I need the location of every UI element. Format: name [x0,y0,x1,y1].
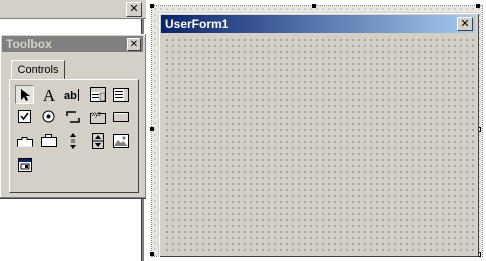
pane-close-button[interactable]: ✕ [126,2,142,17]
listbox-tool[interactable] [111,85,130,104]
refedit-tool[interactable] [15,155,34,174]
label-icon: A [42,87,55,103]
combobox-tool[interactable] [88,85,107,104]
frame-tool[interactable]: xyz [88,107,107,126]
optionbutton-icon [42,110,55,123]
svg-text:xyz: xyz [92,112,101,118]
toolbox-close-button[interactable]: ✕ [127,38,141,51]
form-designer: UserForm1 ✕ [146,0,486,261]
textbox-tool[interactable]: ab [63,85,82,104]
spinbutton-icon [91,132,104,149]
commandbutton-tool[interactable] [111,107,130,126]
select-objects-tool[interactable] [15,85,34,104]
userform-close-button[interactable]: ✕ [457,17,473,31]
toolbox-titlebar[interactable]: Toolbox ✕ [2,36,143,52]
image-icon [112,133,129,148]
multipage-tool[interactable] [39,131,58,150]
togglebutton-tool[interactable] [63,107,82,126]
listbox-icon [112,87,129,102]
pane-titlebar: ✕ [0,0,146,19]
tab-controls[interactable]: Controls [11,60,65,80]
tabstrip-tool[interactable] [15,131,34,150]
userform-titlebar[interactable]: UserForm1 ✕ [161,15,475,33]
spinbutton-tool[interactable] [88,131,107,150]
refedit-icon [17,157,32,172]
checkbox-icon [18,110,31,123]
tabstrip-icon [16,136,33,146]
resize-handle-left [150,127,154,131]
multipage-icon [40,134,57,147]
arrow-pointer-icon [20,88,30,101]
togglebutton-icon [65,110,80,123]
toolbox-title: Toolbox [6,37,52,51]
resize-handle-top [312,4,316,8]
userform-title: UserForm1 [165,17,229,31]
commandbutton-icon [112,111,129,122]
userform-client-area[interactable] [162,35,475,253]
scrollbar-tool[interactable] [63,131,82,150]
label-tool[interactable]: A [39,85,58,104]
scrollbar-icon [69,132,76,149]
resize-handle-top-right [476,4,480,8]
checkbox-tool[interactable] [15,107,34,126]
toolbox-window: Toolbox ✕ Controls A ab xyz [0,34,147,199]
image-tool[interactable] [111,131,130,150]
svg-text:A: A [42,87,55,103]
userform-window[interactable]: UserForm1 ✕ [158,12,479,257]
textbox-icon: ab [64,88,79,102]
combobox-icon [89,87,106,102]
resize-handle-top-left [150,4,154,8]
resize-handle-bottom-left [150,252,154,256]
optionbutton-tool[interactable] [39,107,58,126]
svg-text:ab: ab [64,90,77,102]
frame-icon: xyz [89,110,106,124]
